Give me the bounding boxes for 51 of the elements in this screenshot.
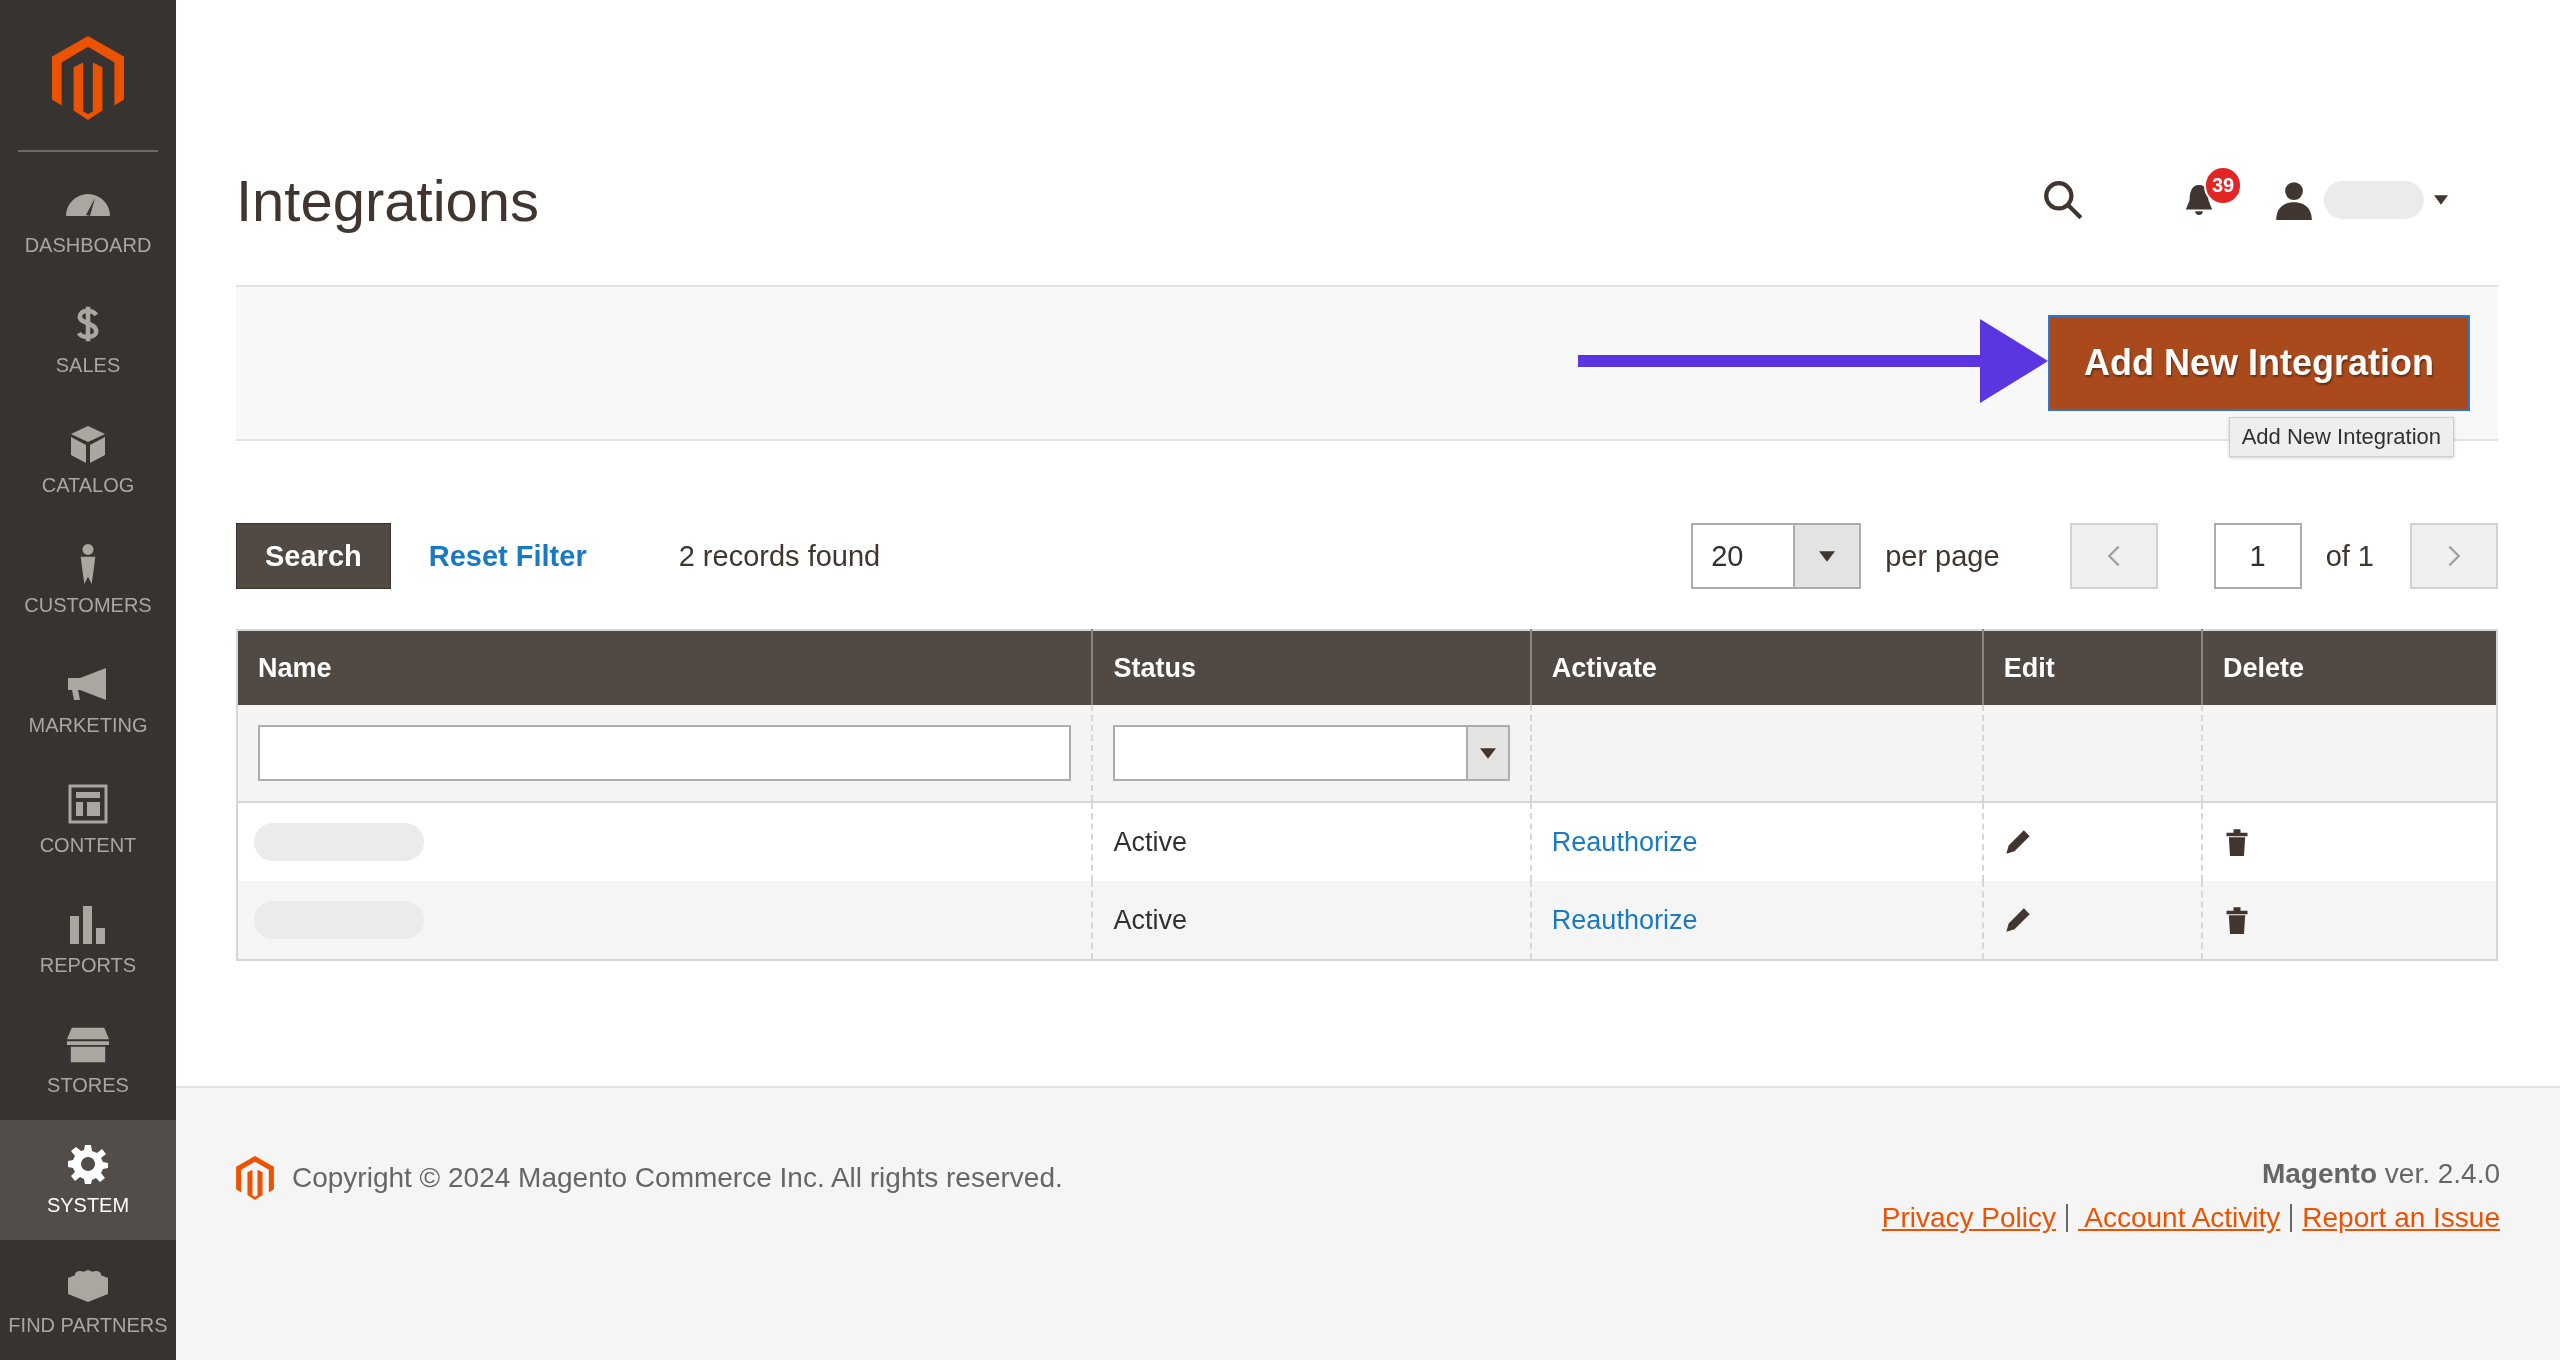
edit-icon[interactable] xyxy=(2003,906,2032,934)
copyright-text: Copyright © 2024 Magento Commerce Inc. All rights reserved. xyxy=(292,1162,1063,1194)
per-page-label: per page xyxy=(1885,539,2000,573)
search-icon[interactable] xyxy=(2042,179,2084,221)
tooltip: Add New Integration xyxy=(2228,417,2454,457)
column-header[interactable]: Status xyxy=(1092,630,1531,705)
sidebar-item[interactable]: CUSTOMERS xyxy=(0,520,176,640)
sidebar-item[interactable]: SYSTEM xyxy=(0,1120,176,1240)
sidebar-item[interactable]: SALES xyxy=(0,280,176,400)
sidebar-item[interactable]: CATALOG xyxy=(0,400,176,520)
caret-icon[interactable] xyxy=(2434,195,2448,205)
sidebar-item[interactable]: REPORTS xyxy=(0,880,176,1000)
gauge-icon xyxy=(66,191,110,216)
per-page-select[interactable]: 20 xyxy=(1691,523,1862,589)
version-text: Magento ver. 2.4.0 xyxy=(2261,1158,2500,1190)
edit-icon[interactable] xyxy=(2003,828,2032,856)
sidebar-item[interactable]: STORES xyxy=(0,1000,176,1120)
footer-link[interactable]: Privacy Policy xyxy=(1881,1202,2056,1234)
sidebar-item[interactable]: CONTENT xyxy=(0,760,176,880)
page-total: of 1 xyxy=(2325,539,2374,573)
column-header[interactable]: Activate xyxy=(1530,630,1983,705)
chevron-right-icon xyxy=(2447,544,2461,568)
footer-link[interactable]: Account Activity xyxy=(2078,1202,2281,1234)
logo-icon xyxy=(236,1156,274,1200)
reauthorize-link[interactable]: Reauthorize xyxy=(1551,904,1698,935)
column-header[interactable]: Edit xyxy=(1982,630,2203,705)
footer-link[interactable]: Report an Issue xyxy=(2302,1202,2500,1234)
notification-badge: 39 xyxy=(2204,166,2243,205)
sidebar-item[interactable]: FIND PARTNERS xyxy=(0,1240,176,1360)
search-button[interactable]: Search xyxy=(236,523,391,589)
records-count: 2 records found xyxy=(678,539,881,573)
user-icon[interactable] xyxy=(2274,180,2314,220)
page-number-field[interactable]: 1 xyxy=(2213,523,2302,589)
reset-filter-link[interactable]: Reset Filter xyxy=(428,539,587,573)
caret-icon xyxy=(1819,550,1836,562)
page-title: Integrations xyxy=(236,166,541,234)
status-text: Active xyxy=(1113,904,1187,935)
sidebar-item[interactable]: DASHBOARD xyxy=(0,160,176,280)
add-new-integration-button[interactable]: Add New Integration xyxy=(2048,315,2470,411)
sidebar-item[interactable]: MARKETING xyxy=(0,640,176,760)
bell-icon[interactable] xyxy=(2184,182,2214,218)
layout-icon xyxy=(66,783,110,824)
logo-icon xyxy=(52,36,124,120)
column-header[interactable]: Delete xyxy=(2202,630,2497,705)
reauthorize-link[interactable]: Reauthorize xyxy=(1551,826,1698,857)
status-text: Active xyxy=(1113,826,1187,857)
caret-icon xyxy=(1479,747,1496,759)
name-filter-field[interactable] xyxy=(258,725,1072,781)
chevron-left-icon xyxy=(2106,544,2121,568)
settings-icon xyxy=(66,1143,110,1184)
column-header[interactable]: Name xyxy=(237,630,1093,705)
